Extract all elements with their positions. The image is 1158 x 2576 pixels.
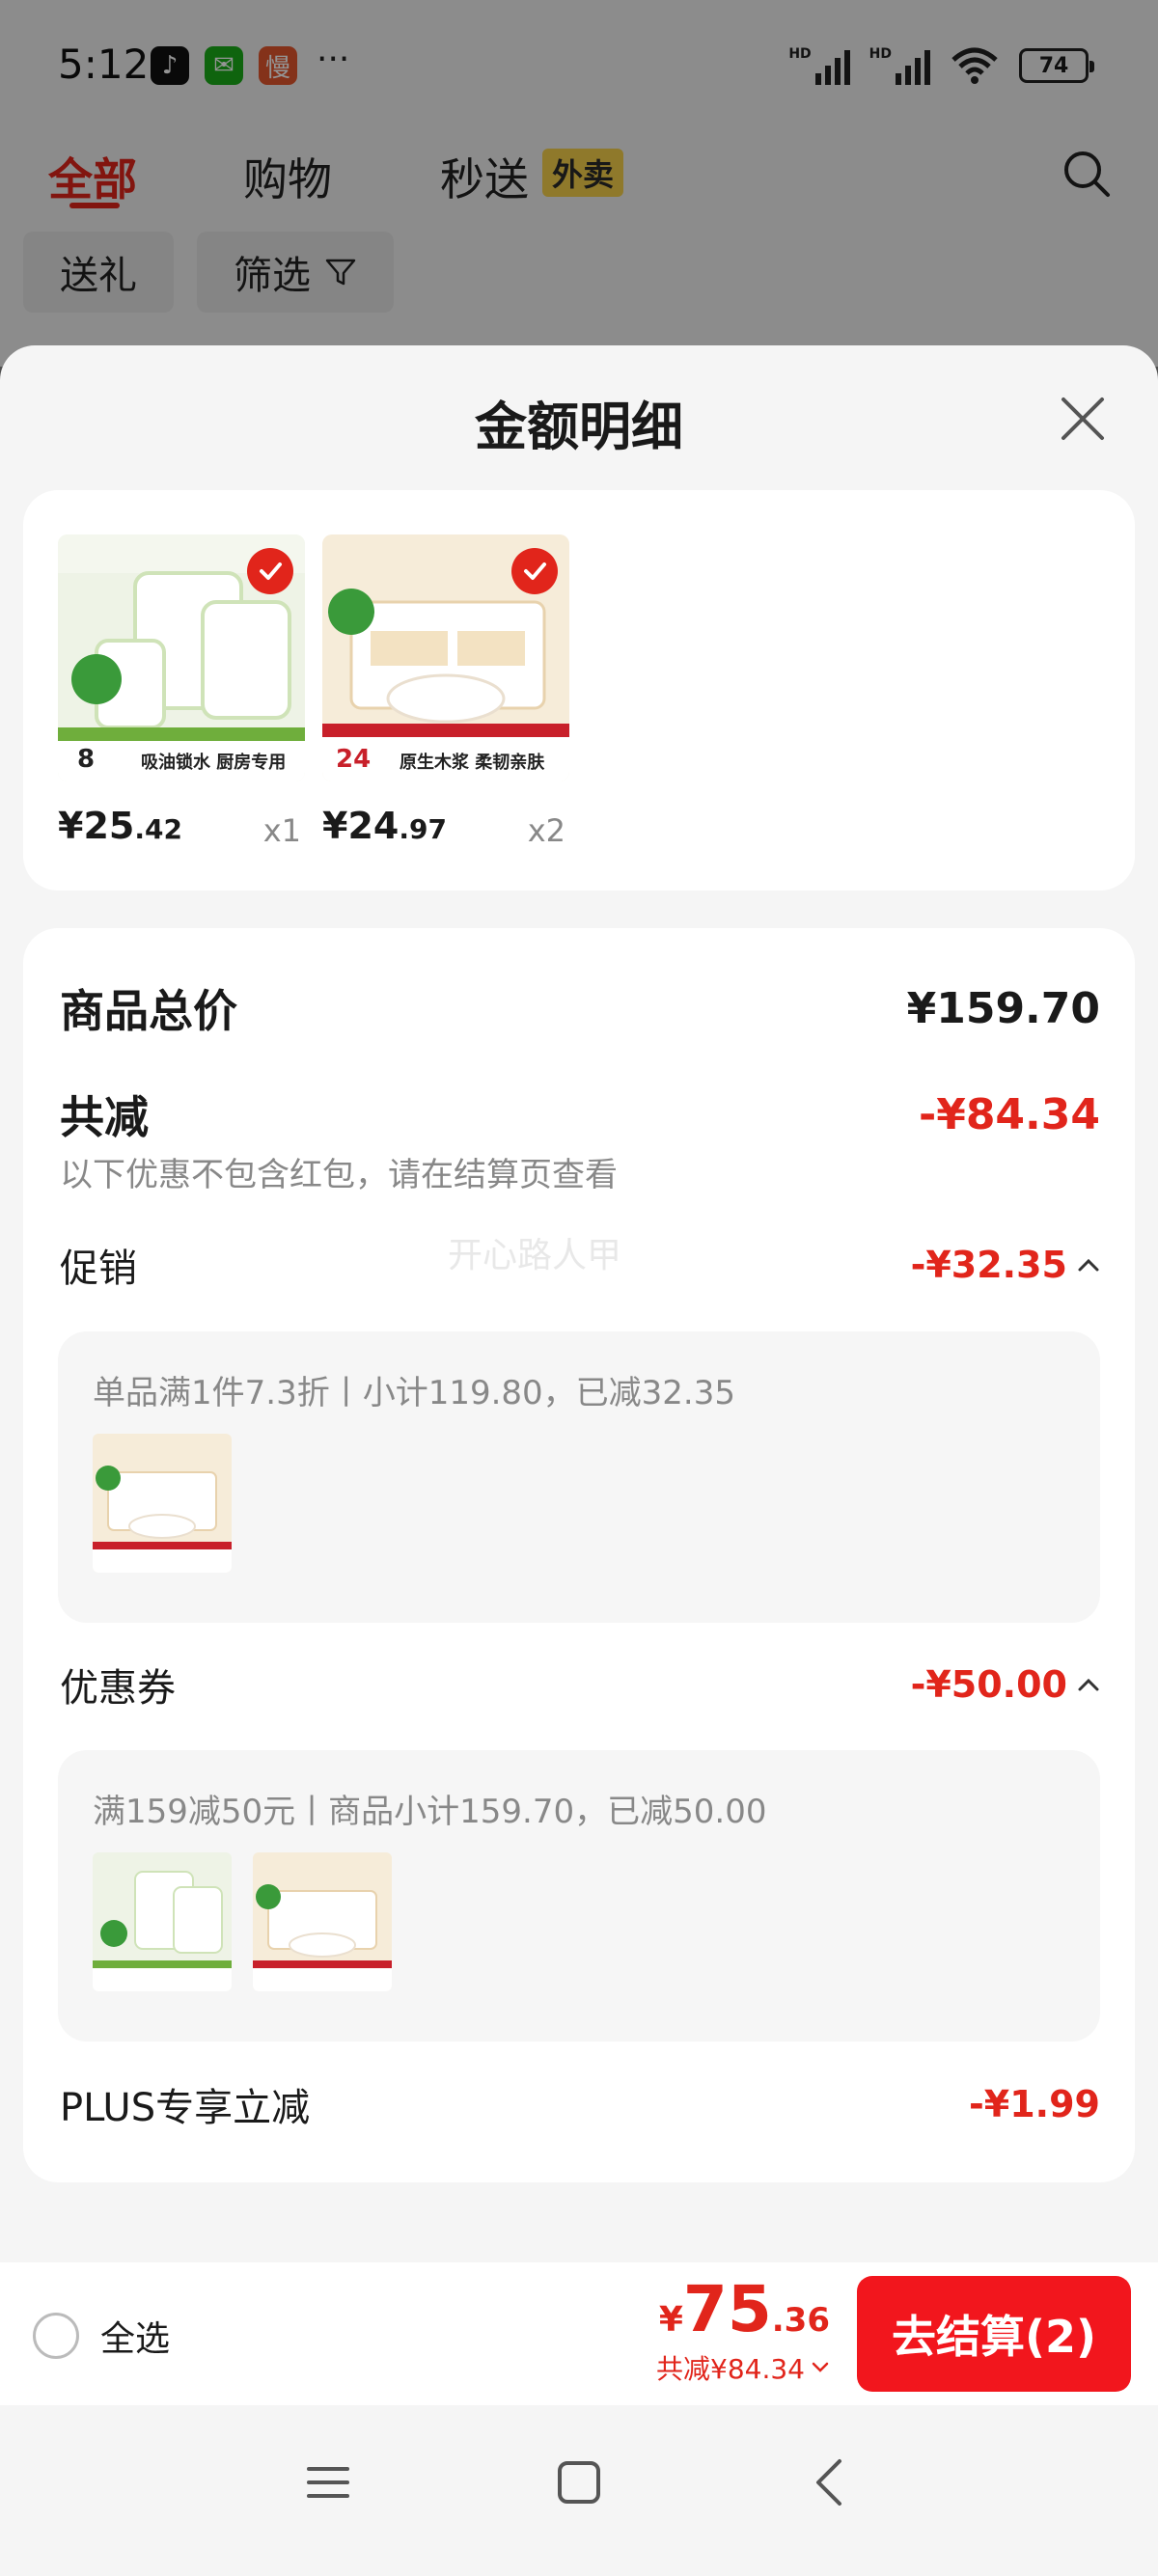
promotion-product-thumb (93, 1434, 232, 1573)
promotion-label: 促销 (60, 1247, 137, 1291)
product-item[interactable]: 8 吸油锁水 厨房专用 ¥25.42 x1 (58, 534, 305, 849)
select-all-toggle[interactable]: 全选 (33, 2311, 170, 2361)
coupon-label: 优惠券 (60, 1666, 176, 1711)
reduction-label: 共减 (60, 1091, 149, 1143)
product-qty: x2 (527, 812, 565, 849)
coupon-value: -¥50.00 (911, 1663, 1100, 1706)
goods-total-value: ¥159.70 (906, 983, 1100, 1033)
selected-check-icon (511, 548, 558, 594)
promotion-value: -¥32.35 (911, 1244, 1100, 1286)
plus-value: -¥1.99 (969, 2083, 1100, 2125)
home-icon[interactable] (550, 2453, 608, 2511)
plus-label: PLUS专享立减 (60, 2086, 311, 2130)
product-banner: 原生木浆 柔韧亲肤 (400, 753, 545, 773)
chevron-down-icon (812, 2362, 829, 2372)
selected-check-icon (247, 548, 293, 594)
reduction-note: 以下优惠不包含红包，请在结算页查看 (60, 1156, 618, 1194)
promotion-row[interactable]: 促销 -¥32.35 (60, 1237, 1100, 1293)
select-all-radio[interactable] (33, 2313, 79, 2359)
plus-row: PLUS专享立减 -¥1.99 (60, 2076, 1100, 2132)
close-icon[interactable] (1054, 390, 1112, 448)
coupon-product-thumb (93, 1852, 232, 1991)
amount-detail-sheet: 金额明细 8 吸油锁水 厨房专用 ¥25.42 x1 24 原生木浆 柔韧亲肤 … (0, 345, 1158, 2576)
product-count: 8 (77, 745, 96, 774)
product-banner: 吸油锁水 厨房专用 (141, 753, 287, 773)
total-block[interactable]: ¥ 75 .36 共减¥84.34 (656, 2272, 830, 2387)
coupon-row[interactable]: 优惠券 -¥50.00 (60, 1657, 1100, 1713)
sheet-title: 金额明细 (475, 397, 683, 457)
checkout-bar: 全选 ¥ 75 .36 共减¥84.34 去结算(2) (0, 2262, 1158, 2405)
checkout-button[interactable]: 去结算(2) (857, 2276, 1131, 2392)
product-image: 8 吸油锁水 厨房专用 (58, 534, 305, 781)
product-item[interactable]: 24 原生木浆 柔韧亲肤 ¥24.97 x2 (322, 534, 569, 849)
coupon-detail-box: 满159减50元丨商品小计159.70，已减50.00 (58, 1750, 1100, 2042)
menu-icon[interactable] (299, 2453, 357, 2511)
chevron-up-icon[interactable] (1077, 1257, 1100, 1273)
coupon-detail: 满159减50元丨商品小计159.70，已减50.00 (93, 1793, 767, 1831)
total-discount[interactable]: 共减¥84.34 (656, 2348, 830, 2387)
product-count: 24 (336, 745, 372, 774)
chevron-up-icon[interactable] (1077, 1677, 1100, 1692)
reduction-value: -¥84.34 (918, 1089, 1100, 1139)
total-amount: ¥ 75 .36 (658, 2272, 830, 2346)
goods-total-row: 商品总价 ¥159.70 (60, 976, 1100, 1040)
price-detail-card: 商品总价 ¥159.70 共减 -¥84.34 以下优惠不包含红包，请在结算页查… (23, 928, 1135, 2182)
promotion-detail: 单品满1件7.3折丨小计119.80，已减32.35 (93, 1374, 736, 1412)
product-price: ¥24.97 (322, 805, 447, 847)
product-image: 24 原生木浆 柔韧亲肤 (322, 534, 569, 781)
product-qty: x1 (262, 812, 301, 849)
goods-total-label: 商品总价 (60, 985, 237, 1037)
coupon-product-thumb (253, 1852, 392, 1991)
system-nav-bar (0, 2405, 1158, 2576)
product-price: ¥25.42 (58, 805, 182, 847)
promotion-detail-box: 单品满1件7.3折丨小计119.80，已减32.35 (58, 1331, 1100, 1623)
select-all-label: 全选 (100, 2319, 171, 2359)
reduction-row: 共减 -¥84.34 (60, 1082, 1100, 1146)
back-icon[interactable] (801, 2453, 859, 2511)
products-card: 8 吸油锁水 厨房专用 ¥25.42 x1 24 原生木浆 柔韧亲肤 ¥24.9… (23, 490, 1135, 891)
